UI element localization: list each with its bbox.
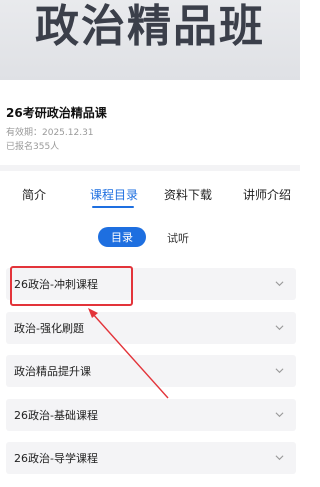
chapter-item[interactable]: 政治精品提升课: [6, 355, 296, 387]
tab-downloads[interactable]: 资料下载: [164, 186, 212, 203]
course-validity: 有效期：2025.12.31: [6, 128, 94, 138]
section-divider: [0, 165, 300, 171]
tab-intro[interactable]: 简介: [22, 186, 46, 203]
banner-title: 政治精品班: [35, 1, 265, 52]
chevron-down-icon: [275, 279, 284, 288]
chevron-down-icon: [275, 410, 284, 419]
active-tab-indicator: [92, 206, 134, 208]
chapter-label: 政治精品提升课: [14, 365, 91, 378]
course-info: 26考研政治精品课 有效期：2025.12.31 已报名355人: [6, 104, 296, 153]
annotation-highlight-box: [10, 266, 133, 306]
course-title: 26考研政治精品课: [6, 106, 107, 120]
tab-catalog[interactable]: 课程目录: [90, 186, 138, 203]
chapter-item[interactable]: 26政治-基础课程: [6, 399, 296, 431]
chapter-item[interactable]: 政治-强化刷题: [6, 312, 296, 344]
subtab-catalog[interactable]: 目录: [98, 227, 146, 247]
course-tabs: 简介 课程目录 资料下载 讲师介绍: [0, 186, 300, 212]
chapter-label: 26政治-导学课程: [14, 452, 98, 465]
chevron-down-icon: [275, 453, 284, 462]
course-banner: 政治精品班: [0, 0, 300, 80]
chevron-down-icon: [275, 366, 284, 375]
chapter-label: 26政治-基础课程: [14, 409, 98, 422]
chapter-label: 政治-强化刷题: [14, 322, 84, 335]
course-enrolled: 已报名355人: [6, 142, 60, 152]
tab-instructor[interactable]: 讲师介绍: [243, 186, 291, 203]
subtab-trial[interactable]: 试听: [167, 230, 189, 246]
chapter-item[interactable]: 26政治-导学课程: [6, 442, 296, 474]
catalog-subtabs: 目录 试听: [0, 227, 300, 247]
chevron-down-icon: [275, 323, 284, 332]
